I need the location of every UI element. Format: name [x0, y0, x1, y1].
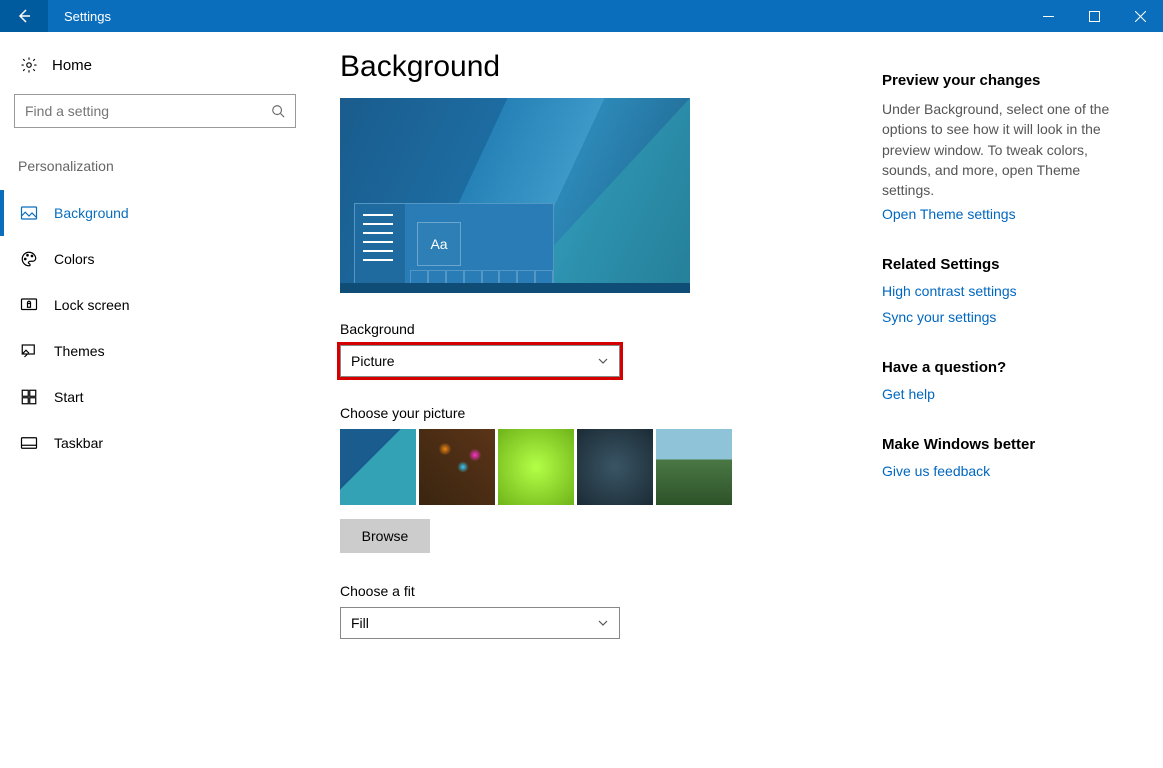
choose-picture-label: Choose your picture — [340, 405, 840, 421]
maximize-button[interactable] — [1071, 0, 1117, 32]
get-help-link[interactable]: Get help — [882, 386, 1126, 402]
feedback-link[interactable]: Give us feedback — [882, 463, 1126, 479]
picture-thumb[interactable] — [656, 429, 732, 505]
gear-icon — [20, 56, 38, 74]
back-button[interactable] — [0, 0, 48, 32]
home-link[interactable]: Home — [14, 50, 296, 94]
minimize-icon — [1043, 11, 1054, 22]
picture-icon — [20, 204, 38, 222]
themes-icon — [20, 342, 38, 360]
window-controls — [1025, 0, 1163, 32]
background-label: Background — [340, 321, 840, 337]
preview-changes-heading: Preview your changes — [882, 72, 1126, 89]
chevron-down-icon — [597, 355, 609, 367]
dropdown-value: Fill — [351, 615, 369, 631]
sidebar-item-taskbar[interactable]: Taskbar — [0, 420, 310, 466]
sidebar-item-start[interactable]: Start — [0, 374, 310, 420]
preview-sample-text: Aa — [417, 222, 461, 266]
palette-icon — [20, 250, 38, 268]
sidebar-item-colors[interactable]: Colors — [0, 236, 310, 282]
picture-thumb[interactable] — [577, 429, 653, 505]
chevron-down-icon — [597, 617, 609, 629]
background-dropdown[interactable]: Picture — [340, 345, 620, 377]
main-pane: Background Aa Background Picture Choose … — [310, 50, 870, 768]
search-icon — [271, 104, 285, 118]
sidebar-item-lockscreen[interactable]: Lock screen — [0, 282, 310, 328]
home-label: Home — [52, 57, 92, 74]
section-title: Personalization — [14, 158, 296, 190]
fit-dropdown[interactable]: Fill — [340, 607, 620, 639]
close-button[interactable] — [1117, 0, 1163, 32]
maximize-icon — [1089, 11, 1100, 22]
preview-window: Aa — [340, 98, 690, 293]
picture-thumb[interactable] — [498, 429, 574, 505]
page-title: Background — [340, 50, 840, 84]
window-title: Settings — [48, 9, 111, 24]
dropdown-value: Picture — [351, 353, 395, 369]
titlebar: Settings — [0, 0, 1163, 32]
sidebar-item-background[interactable]: Background — [0, 190, 310, 236]
sidebar-item-label: Colors — [54, 251, 94, 267]
preview-changes-body: Under Background, select one of the opti… — [882, 99, 1126, 200]
make-windows-better-heading: Make Windows better — [882, 436, 1126, 453]
picture-thumb[interactable] — [419, 429, 495, 505]
sidebar-item-label: Lock screen — [54, 297, 129, 313]
right-pane: Preview your changes Under Background, s… — [870, 50, 1150, 768]
search-box[interactable] — [14, 94, 296, 128]
have-question-heading: Have a question? — [882, 359, 1126, 376]
arrow-left-icon — [16, 8, 32, 24]
minimize-button[interactable] — [1025, 0, 1071, 32]
sidebar-item-themes[interactable]: Themes — [0, 328, 310, 374]
sidebar: Home Personalization Background Colors L… — [0, 50, 310, 768]
sidebar-item-label: Taskbar — [54, 435, 103, 451]
picture-thumb[interactable] — [340, 429, 416, 505]
open-theme-settings-link[interactable]: Open Theme settings — [882, 206, 1126, 222]
browse-button[interactable]: Browse — [340, 519, 430, 553]
search-input[interactable] — [25, 103, 271, 119]
taskbar-icon — [20, 434, 38, 452]
related-settings-heading: Related Settings — [882, 256, 1126, 273]
close-icon — [1135, 11, 1146, 22]
picture-thumbs — [340, 429, 840, 505]
sidebar-item-label: Themes — [54, 343, 105, 359]
lockscreen-icon — [20, 296, 38, 314]
start-icon — [20, 388, 38, 406]
high-contrast-link[interactable]: High contrast settings — [882, 283, 1126, 299]
sidebar-item-label: Start — [54, 389, 84, 405]
sidebar-item-label: Background — [54, 205, 129, 221]
sync-settings-link[interactable]: Sync your settings — [882, 309, 1126, 325]
fit-label: Choose a fit — [340, 583, 840, 599]
